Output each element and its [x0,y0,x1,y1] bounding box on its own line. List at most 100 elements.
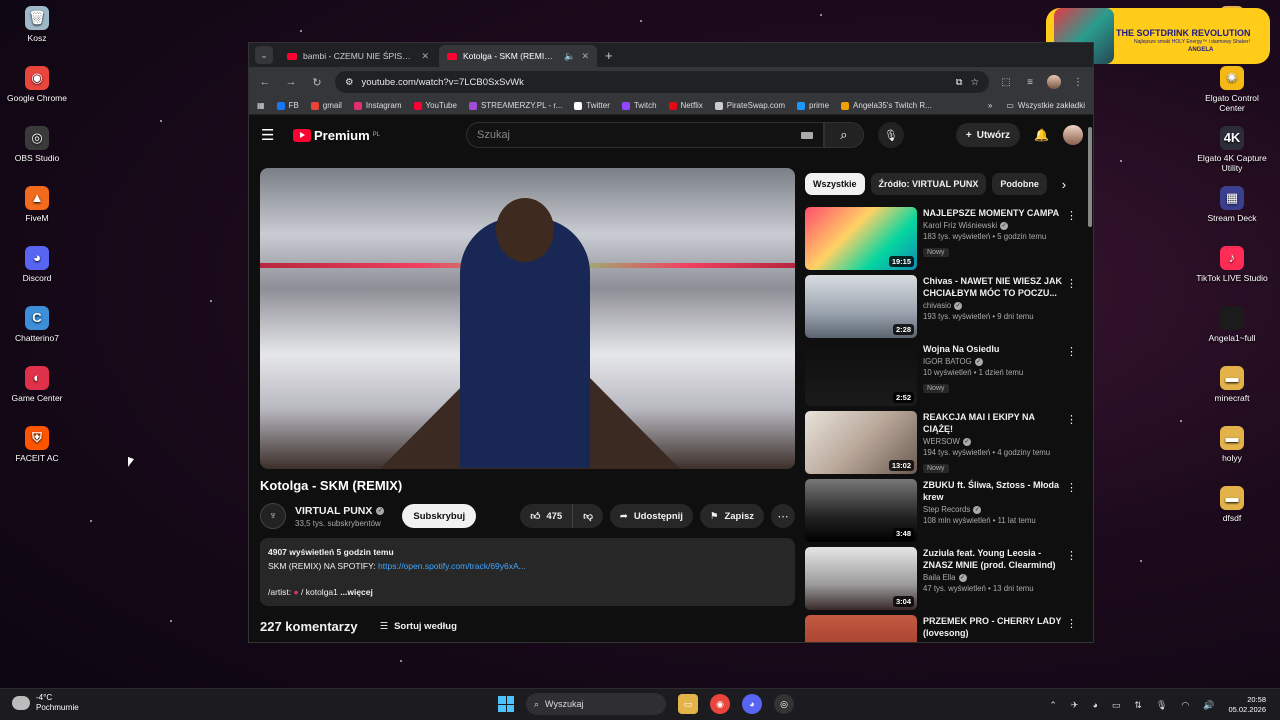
more-actions-button[interactable]: ⋯ [771,504,795,528]
bookmark-item[interactable]: Twitter [574,101,610,110]
desktop-icon-right-2[interactable]: 4K Elgato 4K Capture Utility [1192,126,1272,173]
file-explorer-icon[interactable]: ▭ [678,694,698,714]
video-description[interactable]: 4907 wyświetleń 5 godzin temu SKM (REMIX… [260,538,795,606]
more-options-icon[interactable]: ⋮ [1066,617,1077,630]
volume-icon[interactable]: 🔊 [1203,700,1214,711]
more-options-icon[interactable]: ⋮ [1066,277,1077,290]
recommendation-title[interactable]: ZBUKU ft. Śliwa, Sztoss - Młoda krew [923,479,1065,503]
forward-icon[interactable]: → [283,76,299,88]
video-thumbnail[interactable]: 19:15 [805,207,917,270]
like-button[interactable]: 👍︎ 475 [520,504,574,528]
channel-avatar[interactable]: ♆ [260,503,286,529]
bookmark-item[interactable]: Netflix [668,101,703,110]
desktop-icon-right-4[interactable]: ♪ TikTok LIVE Studio [1192,246,1272,283]
bookmark-item[interactable]: prime [797,101,829,110]
spotify-link[interactable]: https://open.spotify.com/track/69y6xA... [378,561,526,571]
recommendation-title[interactable]: Wojna Na Osiedlu [923,343,1065,355]
desktop-icon-right-5[interactable]: Angela1~full [1192,306,1272,343]
filter-chip[interactable]: Podobne [992,173,1047,195]
bookmark-item[interactable]: PirateSwap.com [714,101,785,110]
menu-dots-icon[interactable]: ⋮ [1071,77,1085,88]
recommendation-channel[interactable]: IGOR BATOG ✓ [923,357,1065,366]
scrollbar-thumb[interactable] [1088,127,1092,227]
obs-taskbar-icon[interactable]: ◎ [774,694,794,714]
recommendation-title[interactable]: PRZEMEK PRO - CHERRY LADY (lovesong) [923,615,1065,639]
bookmark-item[interactable]: Angela35's Twitch R... [841,101,932,110]
youtube-premium-logo[interactable]: Premium PL [293,128,380,143]
tab-kotolga[interactable]: Kotolga - SKM (REMIX) - Yo 🔈 ✕ [439,45,597,67]
recommendation-item[interactable]: 2:52 Wojna Na Osiedlu IGOR BATOG ✓ 10 wyświe… [805,343,1077,411]
speaker-icon[interactable]: 🔈 [564,51,575,62]
new-tab-button[interactable]: + [605,48,613,63]
video-thumbnail[interactable]: 3:48 [805,479,917,542]
more-options-icon[interactable]: ⋮ [1066,413,1077,426]
recommendation-item[interactable]: PRZEMEK PRO - CHERRY LADY (lovesong) ⋮ [805,615,1077,642]
tray-chevron-icon[interactable]: ⌃ [1049,700,1057,711]
tab-bambi[interactable]: bambi - CZEMU NIE ŚPISZ? (De ✕ [279,45,437,67]
recommendation-channel[interactable]: chivasio ✓ [923,301,1065,310]
desktop-icon-4[interactable]: ◕ Discord [0,246,77,283]
channel-name[interactable]: VIRTUAL PUNX ✓ [295,505,385,517]
desktop-icon-right-3[interactable]: ▦ Stream Deck [1192,186,1272,223]
share-button[interactable]: ➦ Udostępnij [609,504,693,528]
desktop-icon-5[interactable]: C Chatterino7 [0,306,77,343]
url-field[interactable]: ⚙ youtube.com/watch?v=7LCB0SxSvWk ⧉ ☆ [335,71,989,93]
bookmark-item[interactable]: STREAMERZY.PL - r... [468,101,562,110]
page-scrollbar[interactable] [1087,119,1093,639]
desktop-icon-0[interactable]: 🗑 Kosz [0,6,77,43]
desktop-icon-1[interactable]: ◉ Google Chrome [0,66,77,103]
bookmark-item[interactable]: Instagram [353,101,402,110]
filter-chip[interactable]: Źródło: VIRTUAL PUNX [870,173,987,195]
video-thumbnail[interactable]: 2:52 [805,343,917,406]
microphone-tray-icon[interactable]: 🎙 [1156,700,1167,711]
more-options-icon[interactable]: ⋮ [1066,481,1077,494]
desktop-icon-right-1[interactable]: ✺ Elgato Control Center [1192,66,1272,113]
video-player[interactable] [260,168,795,469]
recommendation-title[interactable]: Chivas - NAWET NIE WIESZ JAK CHCIAŁBYM M… [923,275,1065,299]
notifications-bell-icon[interactable]: 🔔 [1034,128,1049,142]
hamburger-menu-icon[interactable]: ☰ [261,126,279,144]
more-options-icon[interactable]: ⋮ [1066,345,1077,358]
tab-search-icon[interactable]: ⌄ [255,46,273,64]
recommendation-item[interactable]: 19:15 NAJLEPSZE MOMENTY CAMPA Karol Friz W… [805,207,1077,275]
account-avatar[interactable] [1063,125,1084,145]
search-button[interactable]: ⌕ [823,122,864,148]
bookmark-item[interactable]: gmail [310,101,342,110]
video-thumbnail[interactable]: 2:28 [805,275,917,338]
voice-search-button[interactable]: 🎙 [877,122,904,148]
discord-taskbar-icon[interactable]: ◕ [742,694,762,714]
close-tab-icon[interactable]: ✕ [581,51,589,62]
filter-chip[interactable]: Wszystkie [805,173,865,195]
reload-icon[interactable]: ↻ [309,76,325,89]
taskbar-search[interactable]: ⌕ Wyszukaj [526,693,666,715]
recommendation-item[interactable]: 3:48 ZBUKU ft. Śliwa, Sztoss - Młoda krew… [805,479,1077,547]
dislike-button[interactable]: 👎︎ [573,504,603,528]
tray-network-icon[interactable]: ⇅ [1134,700,1142,711]
bookmark-item[interactable]: FB [276,101,299,110]
close-tab-icon[interactable]: ✕ [421,51,429,62]
desktop-icon-3[interactable]: ▲ FiveM [0,186,77,223]
cast-icon[interactable]: ⧉ [956,77,963,88]
video-thumbnail[interactable]: 3:04 [805,547,917,610]
video-thumbnail[interactable]: 13:02 [805,411,917,474]
create-button[interactable]: + Utwórz [955,123,1021,147]
search-input[interactable]: Szukaj [465,122,824,148]
keyboard-icon[interactable] [800,131,813,139]
video-thumbnail[interactable] [805,615,917,642]
reading-list-icon[interactable]: ≡ [1023,77,1037,88]
windows-start-icon[interactable] [498,696,514,712]
chrome-taskbar-icon[interactable]: ◉ [710,694,730,714]
site-info-icon[interactable]: ⚙ [345,77,354,88]
extensions-icon[interactable]: ⬚ [999,77,1013,88]
artist-handle[interactable]: / kotolga1 [299,587,338,597]
recommendation-item[interactable]: 3:04 Zuziula feat. Young Leosia - ZNASZ M… [805,547,1077,615]
more-options-icon[interactable]: ⋮ [1066,549,1077,562]
tray-app-icon[interactable]: ✈ [1071,700,1079,711]
more-options-icon[interactable]: ⋮ [1066,209,1077,222]
bookmark-item[interactable]: YouTube [413,101,457,110]
recommendation-channel[interactable]: Step Records ✓ [923,505,1065,514]
profile-avatar[interactable] [1047,75,1061,89]
recommendation-item[interactable]: 13:02 REAKCJA MAI I EKIPY NA CIĄŻĘ! WERSOW… [805,411,1077,479]
desktop-icon-2[interactable]: ◎ OBS Studio [0,126,77,163]
desktop-icon-right-6[interactable]: ▬ minecraft [1192,366,1272,403]
